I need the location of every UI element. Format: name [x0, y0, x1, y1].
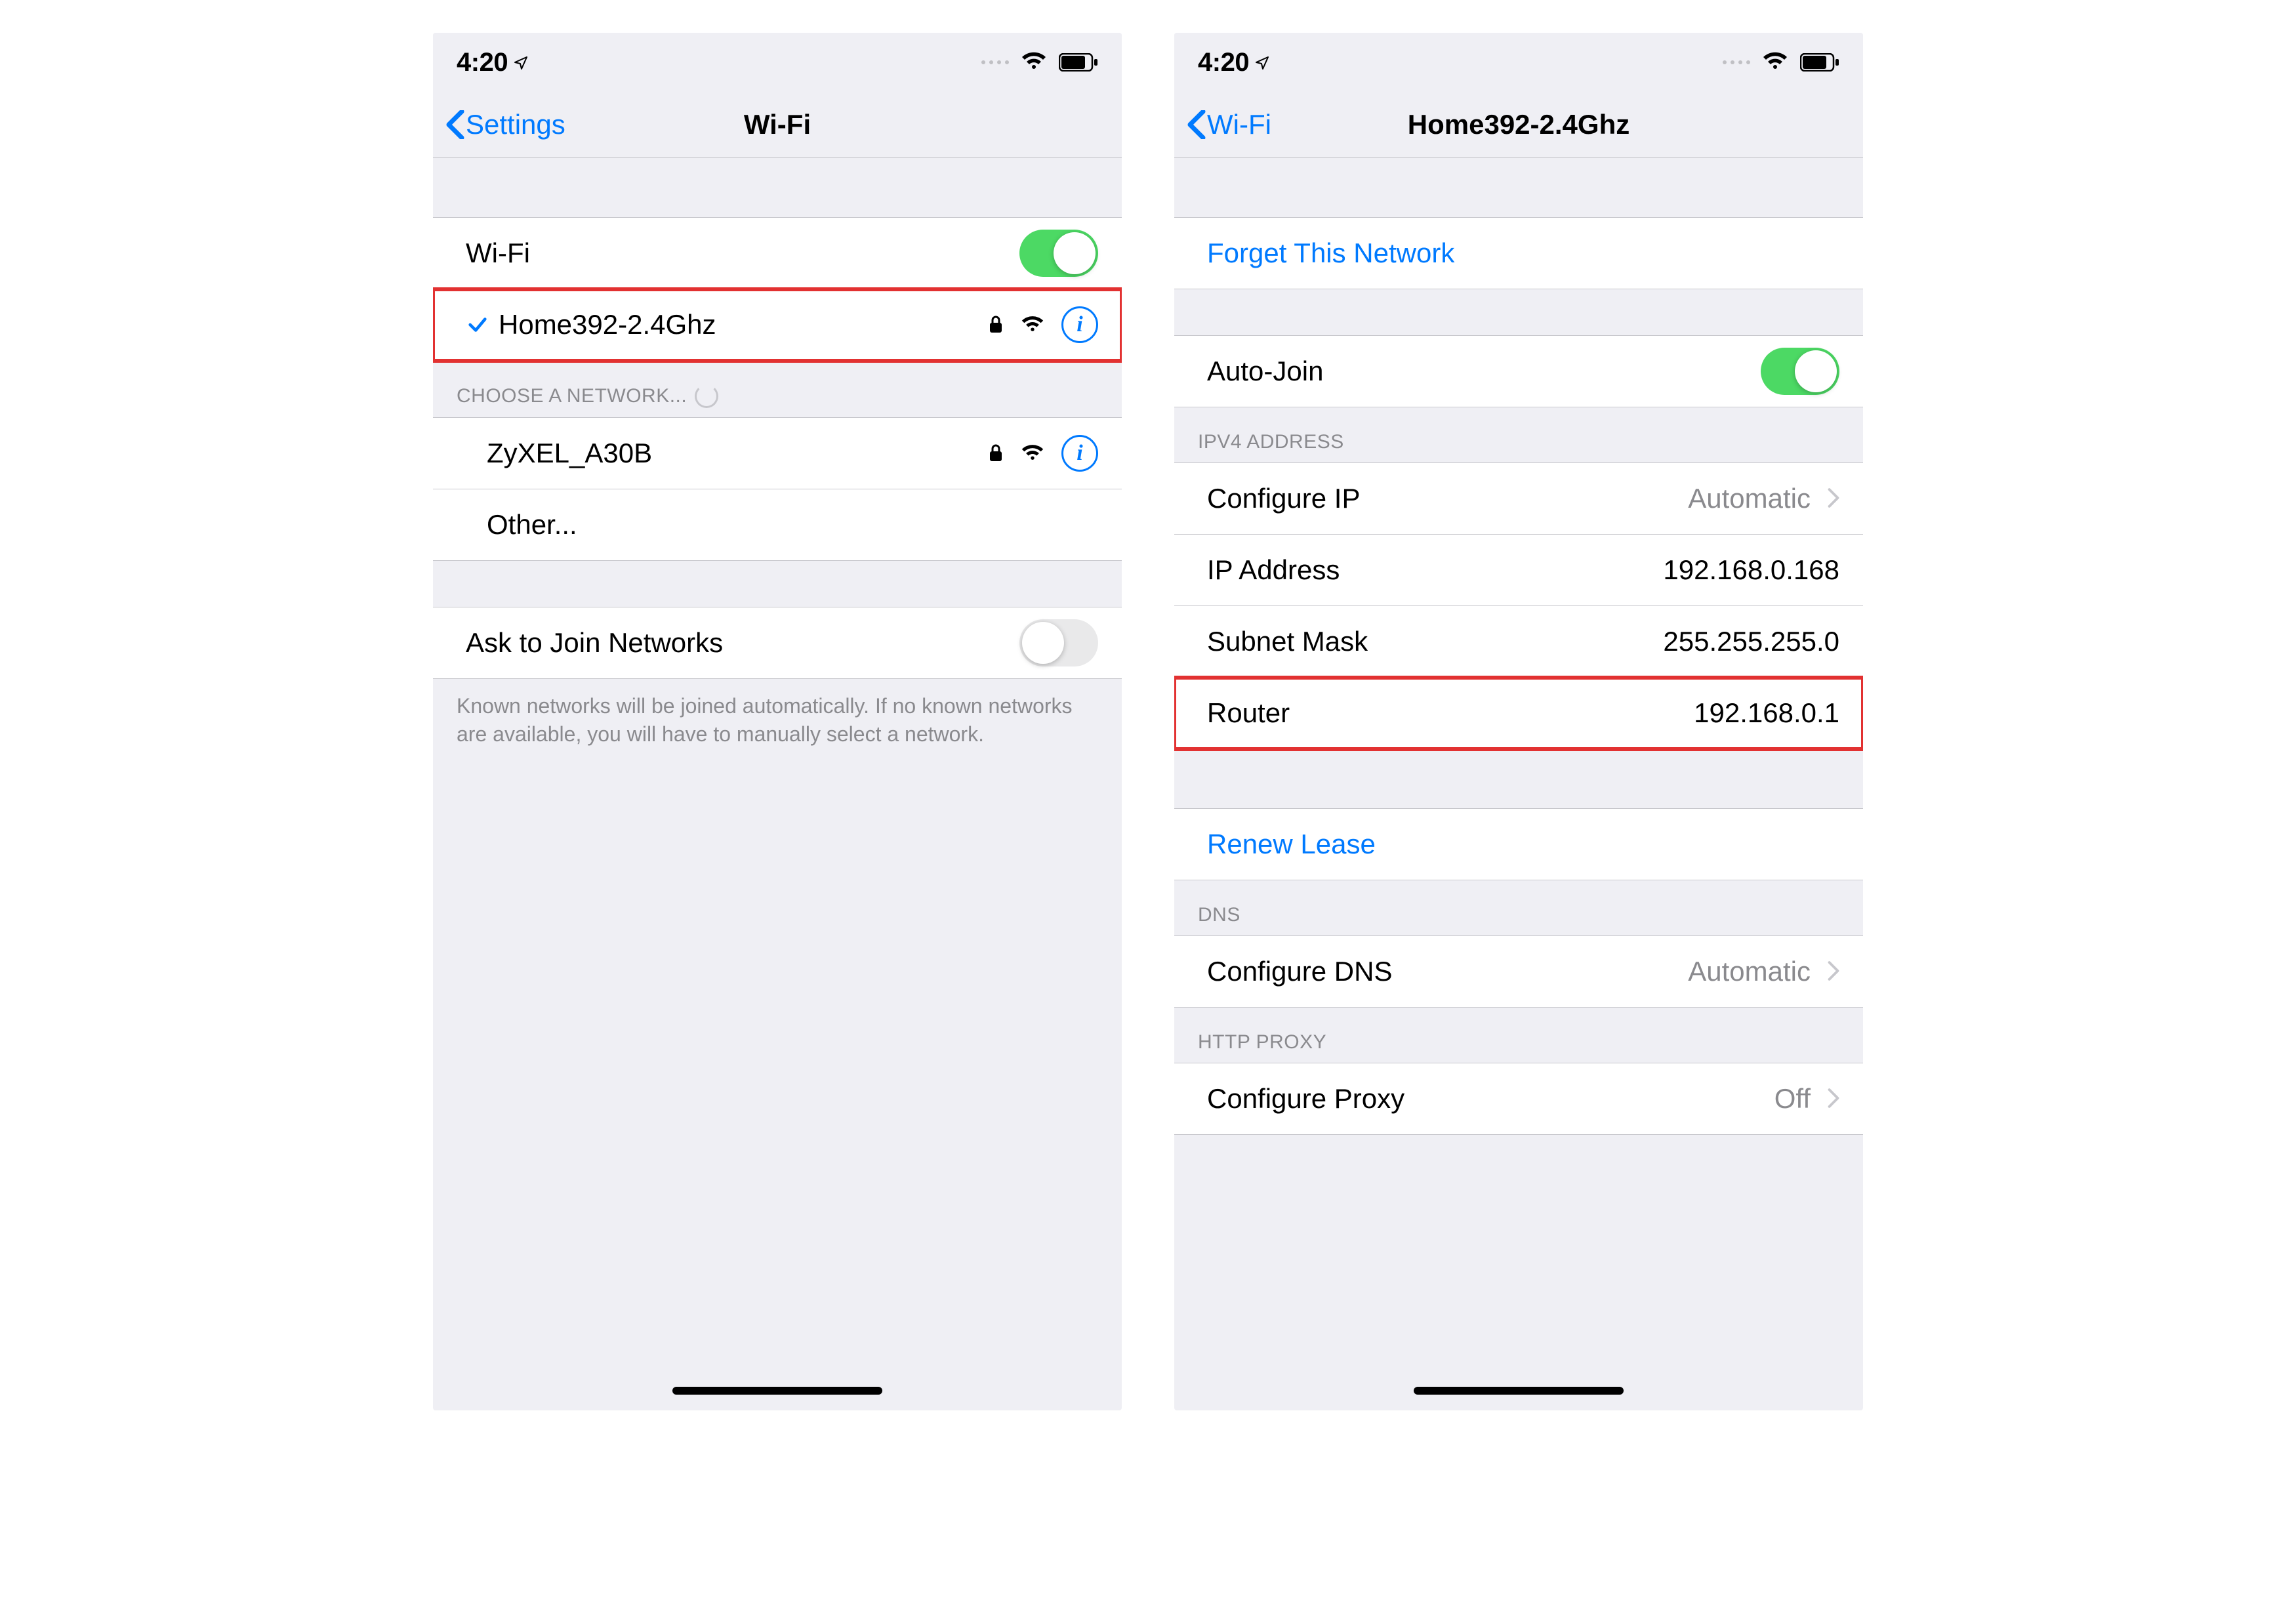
nav-bar: Settings Wi-Fi: [433, 92, 1122, 158]
chevron-right-icon: [1828, 1083, 1839, 1115]
subnet-mask-label: Subnet Mask: [1207, 626, 1663, 657]
router-label: Router: [1207, 697, 1694, 729]
status-bar: 4:20: [433, 33, 1122, 92]
subnet-mask-row: Subnet Mask 255.255.255.0: [1174, 606, 1863, 678]
back-button[interactable]: Wi-Fi: [1187, 92, 1271, 157]
ask-join-footer: Known networks will be joined automatica…: [433, 679, 1122, 762]
status-bar: 4:20: [1174, 33, 1863, 92]
network-row[interactable]: ZyXEL_A30B i: [433, 417, 1122, 489]
location-icon: [513, 48, 529, 77]
status-time: 4:20: [457, 48, 508, 77]
connected-network-row[interactable]: Home392-2.4Ghz i: [433, 289, 1122, 361]
configure-dns-value: Automatic: [1688, 956, 1811, 987]
configure-proxy-value: Off: [1774, 1083, 1811, 1115]
wifi-signal-icon: [1021, 309, 1044, 340]
lock-icon: [988, 309, 1004, 340]
spinner-icon: [695, 384, 718, 408]
info-icon[interactable]: i: [1061, 435, 1098, 472]
configure-dns-row[interactable]: Configure DNS Automatic: [1174, 935, 1863, 1008]
wifi-signal-icon: [1021, 438, 1044, 469]
subnet-mask-value: 255.255.255.0: [1663, 626, 1839, 657]
renew-lease-label: Renew Lease: [1207, 829, 1839, 860]
battery-icon: [1059, 47, 1098, 78]
dns-header: DNS: [1174, 880, 1863, 935]
cell-dots-icon: [981, 60, 1009, 64]
battery-icon: [1800, 47, 1839, 78]
ask-join-switch[interactable]: [1019, 619, 1098, 666]
back-label: Wi-Fi: [1207, 109, 1271, 140]
configure-ip-row[interactable]: Configure IP Automatic: [1174, 462, 1863, 535]
network-detail-screen: 4:20 Wi-Fi Home392-2.4Ghz Forget This Ne…: [1174, 33, 1863, 1410]
back-label: Settings: [466, 109, 565, 140]
chevron-right-icon: [1828, 956, 1839, 987]
autojoin-switch[interactable]: [1761, 348, 1839, 395]
router-value: 192.168.0.1: [1694, 697, 1839, 729]
home-indicator[interactable]: [672, 1387, 882, 1395]
ask-join-row[interactable]: Ask to Join Networks: [433, 607, 1122, 679]
back-button[interactable]: Settings: [446, 92, 565, 157]
connected-ssid: Home392-2.4Ghz: [489, 309, 988, 340]
wifi-switch[interactable]: [1019, 230, 1098, 277]
configure-dns-label: Configure DNS: [1207, 956, 1688, 987]
check-icon: [466, 314, 489, 336]
ip-address-label: IP Address: [1207, 554, 1663, 586]
home-indicator[interactable]: [1414, 1387, 1624, 1395]
status-time: 4:20: [1198, 48, 1249, 77]
wifi-toggle-row[interactable]: Wi-Fi: [433, 217, 1122, 289]
forget-network-label: Forget This Network: [1207, 237, 1839, 269]
configure-ip-value: Automatic: [1688, 483, 1811, 514]
wifi-icon: [1021, 47, 1047, 78]
wifi-toggle-label: Wi-Fi: [466, 237, 1019, 269]
configure-proxy-row[interactable]: Configure Proxy Off: [1174, 1063, 1863, 1135]
configure-proxy-label: Configure Proxy: [1207, 1083, 1774, 1115]
autojoin-row[interactable]: Auto-Join: [1174, 335, 1863, 407]
ipv4-header: IPV4 ADDRESS: [1174, 407, 1863, 462]
nav-bar: Wi-Fi Home392-2.4Ghz: [1174, 92, 1863, 158]
autojoin-label: Auto-Join: [1207, 356, 1761, 387]
wifi-icon: [1762, 47, 1788, 78]
other-label: Other...: [487, 509, 1098, 541]
router-row: Router 192.168.0.1: [1174, 678, 1863, 749]
cell-dots-icon: [1723, 60, 1750, 64]
forget-network-row[interactable]: Forget This Network: [1174, 217, 1863, 289]
chevron-left-icon: [446, 110, 464, 139]
location-icon: [1254, 48, 1270, 77]
chevron-left-icon: [1187, 110, 1206, 139]
page-title: Home392-2.4Ghz: [1408, 109, 1630, 140]
ip-address-row: IP Address 192.168.0.168: [1174, 535, 1863, 606]
other-network-row[interactable]: Other...: [433, 489, 1122, 561]
ask-join-label: Ask to Join Networks: [466, 627, 1019, 659]
chevron-right-icon: [1828, 483, 1839, 514]
info-icon[interactable]: i: [1061, 306, 1098, 343]
renew-lease-row[interactable]: Renew Lease: [1174, 808, 1863, 880]
page-title: Wi-Fi: [744, 109, 811, 140]
wifi-settings-screen: 4:20 Settings Wi-Fi Wi-Fi: [433, 33, 1122, 1410]
ip-address-value: 192.168.0.168: [1663, 554, 1839, 586]
network-ssid: ZyXEL_A30B: [487, 438, 988, 469]
configure-ip-label: Configure IP: [1207, 483, 1688, 514]
lock-icon: [988, 438, 1004, 469]
choose-network-header: CHOOSE A NETWORK...: [433, 361, 1122, 417]
proxy-header: HTTP PROXY: [1174, 1008, 1863, 1063]
